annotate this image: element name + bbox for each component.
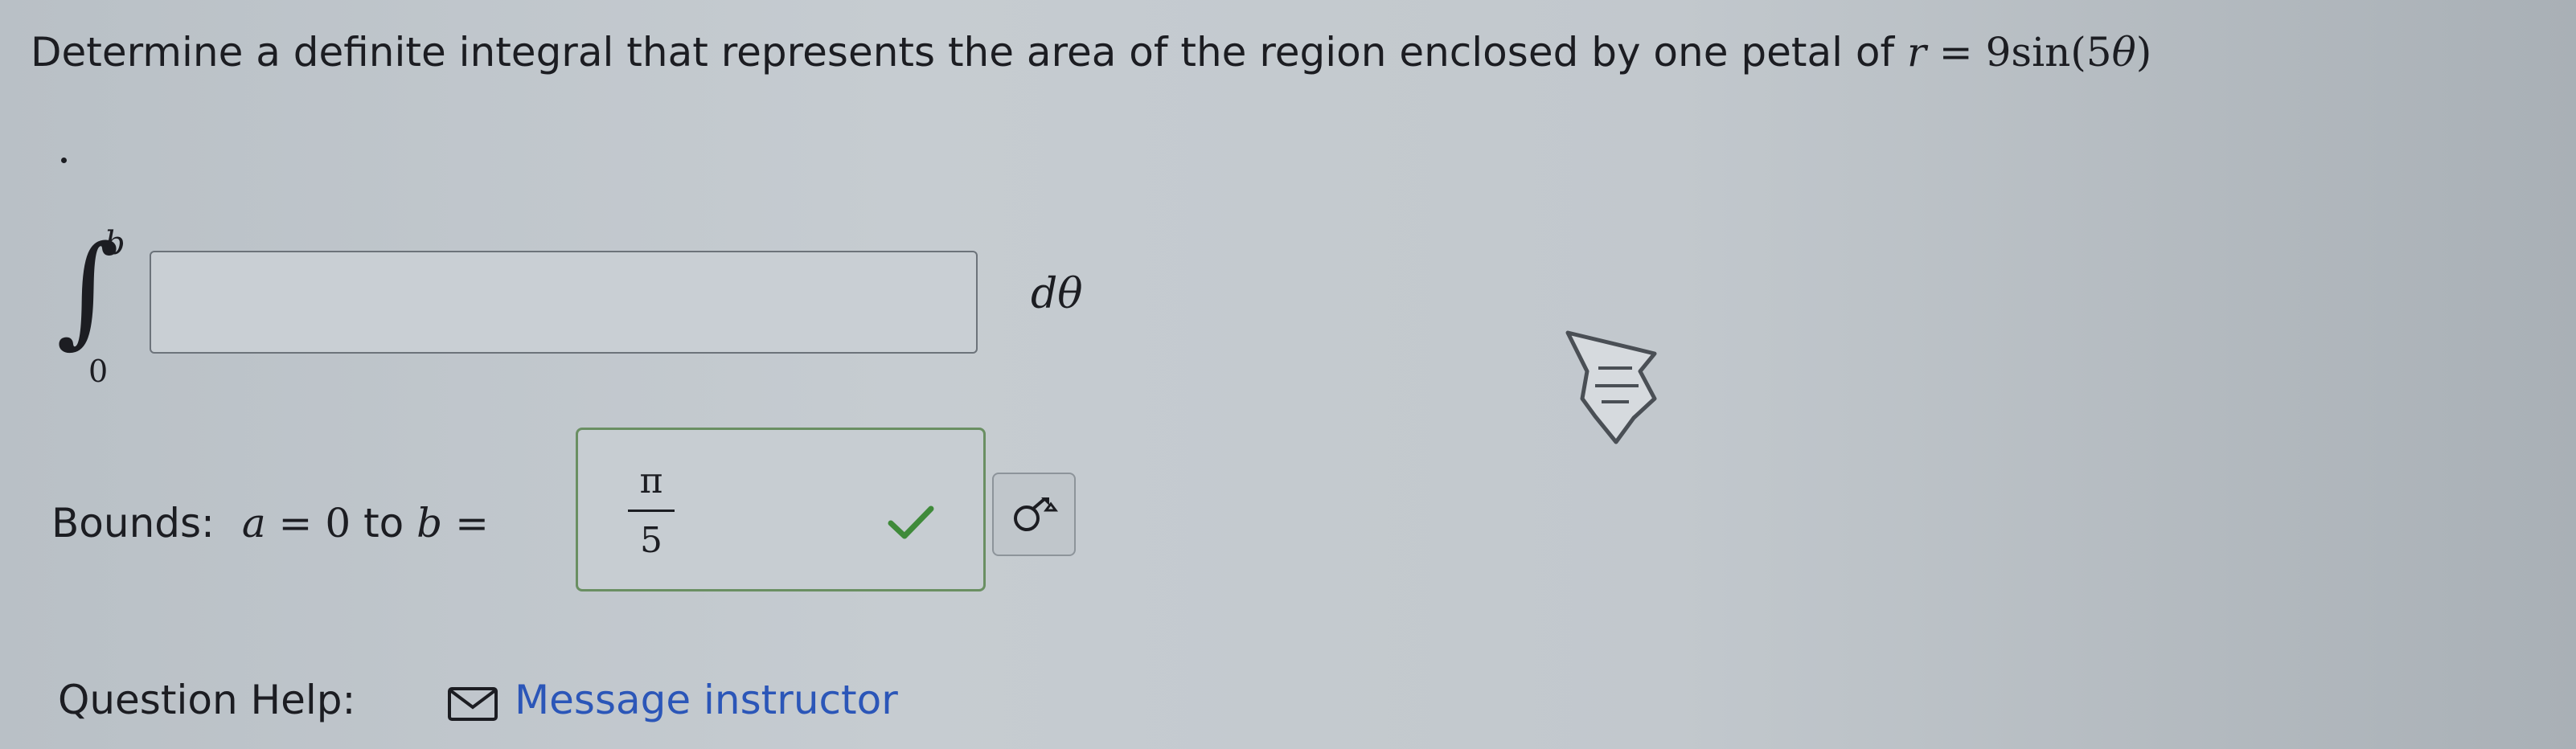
bounds-row: Bounds: a = 0 to b = bbox=[51, 500, 489, 546]
question-prefix: Determine a definite integral that repre… bbox=[31, 29, 1907, 76]
question-help-label: Question Help: bbox=[58, 677, 356, 723]
hand-cursor-icon bbox=[1565, 330, 1657, 444]
fraction-bar bbox=[628, 510, 675, 512]
question-text: Determine a definite integral that repre… bbox=[31, 29, 2151, 76]
period bbox=[61, 158, 67, 163]
checkmark-icon bbox=[888, 505, 934, 539]
func-name: sin bbox=[2011, 29, 2071, 76]
lower-limit: 0 bbox=[88, 354, 109, 389]
upper-bound-input[interactable]: π 5 bbox=[576, 428, 986, 591]
envelope-icon[interactable] bbox=[447, 686, 498, 722]
r-var: r bbox=[1906, 29, 1926, 76]
fraction-numerator: π bbox=[639, 460, 663, 501]
to-word: to bbox=[363, 500, 404, 546]
fraction-denominator: 5 bbox=[640, 520, 662, 561]
coef: 9 bbox=[1985, 29, 2012, 76]
a-value: 0 bbox=[325, 500, 351, 546]
differential: dθ bbox=[1031, 270, 1083, 318]
b-var: b bbox=[416, 500, 443, 546]
integrand-input[interactable] bbox=[150, 251, 978, 354]
message-instructor-link[interactable]: Message instructor bbox=[515, 677, 898, 723]
upper-limit: b bbox=[105, 225, 125, 262]
b-equals: = bbox=[455, 500, 489, 546]
a-equals: = bbox=[278, 500, 313, 546]
upper-bound-fraction: π 5 bbox=[623, 460, 679, 561]
paren-close: ) bbox=[2135, 29, 2152, 76]
math-key-icon bbox=[1014, 497, 1058, 531]
paren-open: ( bbox=[2070, 29, 2086, 76]
arg-num: 5 bbox=[2086, 29, 2112, 76]
equals-sign: = bbox=[1938, 29, 1973, 76]
math-keyboard-button[interactable] bbox=[992, 473, 1076, 556]
a-var: a bbox=[241, 500, 266, 546]
bounds-label: Bounds: bbox=[51, 500, 215, 546]
arg-var: θ bbox=[2111, 29, 2136, 76]
